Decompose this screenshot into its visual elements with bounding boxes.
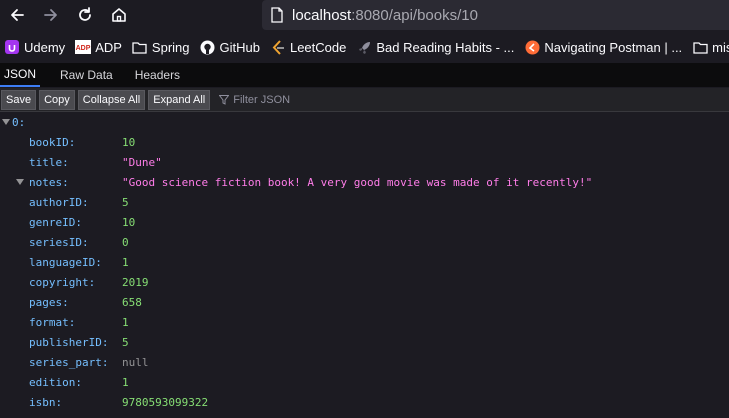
- json-key: publisherID:: [29, 335, 109, 349]
- json-key: notes:: [29, 175, 69, 189]
- json-key: copyright:: [29, 275, 96, 289]
- json-row[interactable]: series_part: null: [0, 352, 729, 372]
- json-value: 5: [122, 335, 129, 349]
- bookmark-label: LeetCode: [289, 39, 347, 55]
- back-button[interactable]: [0, 1, 34, 29]
- back-arrow-icon: [11, 9, 24, 21]
- json-key: 0:: [12, 115, 26, 129]
- home-button[interactable]: [102, 1, 136, 29]
- bookmark-github[interactable]: GitHub: [200, 39, 260, 55]
- json-value: null: [122, 355, 149, 369]
- bookmark-label: Navigating Postman | ...: [544, 39, 683, 55]
- bookmark-udemy[interactable]: Udemy: [4, 39, 65, 55]
- viewer-tabs: JSON Raw Data Headers: [0, 63, 729, 87]
- save-button[interactable]: Save: [1, 89, 37, 110]
- json-row[interactable]: bookID: 10: [0, 132, 729, 152]
- copy-button[interactable]: Copy: [39, 89, 75, 110]
- reload-button[interactable]: [68, 1, 102, 29]
- json-row[interactable]: languageID: 1: [0, 252, 729, 272]
- bookmarks-bar: Udemy ADP ADP Spring GitHub LeetCode Bad…: [0, 33, 729, 61]
- json-root-row[interactable]: 0:: [0, 112, 729, 132]
- address-bar[interactable]: localhost:8080/api/books/10: [262, 0, 729, 30]
- forward-button[interactable]: [34, 1, 68, 29]
- folder-icon: [692, 39, 708, 55]
- bookmark-navigating-postman[interactable]: Navigating Postman | ...: [524, 39, 682, 55]
- json-key: series_part:: [29, 355, 109, 369]
- adp-icon: ADP: [75, 39, 92, 55]
- bookmark-leetcode[interactable]: LeetCode: [270, 39, 346, 55]
- bookmark-label: ADP: [95, 39, 122, 55]
- json-row[interactable]: authorID: 5: [0, 192, 729, 212]
- json-key: format:: [29, 315, 76, 329]
- bookmark-spring[interactable]: Spring: [132, 39, 190, 55]
- json-value: 5: [122, 195, 129, 209]
- tab-raw-data[interactable]: Raw Data: [40, 63, 121, 87]
- json-value: 658: [122, 295, 142, 309]
- bookmark-label: GitHub: [219, 39, 260, 55]
- bookmark-label: Udemy: [24, 39, 66, 55]
- filter-json-input[interactable]: Filter JSON: [219, 94, 290, 106]
- url-text: localhost:8080/api/books/10: [292, 7, 478, 24]
- json-value: 0: [122, 235, 129, 249]
- url-host: localhost: [292, 6, 352, 24]
- json-key: authorID:: [29, 195, 89, 209]
- json-toolbar: Save Copy Collapse All Expand All Filter…: [0, 88, 729, 112]
- json-value: 2019: [122, 275, 149, 289]
- json-key: title:: [29, 155, 69, 169]
- json-key: pages:: [29, 295, 69, 309]
- expand-toggle-icon[interactable]: [1, 112, 11, 132]
- json-value: 1: [122, 255, 129, 269]
- leetcode-icon: [270, 39, 286, 55]
- json-row[interactable]: isbn: 9780593099322: [0, 392, 729, 412]
- github-icon: [200, 39, 216, 55]
- tab-headers[interactable]: Headers: [121, 63, 186, 87]
- url-path: :8080/api/books/10: [351, 6, 478, 24]
- collapse-all-button[interactable]: Collapse All: [77, 89, 146, 110]
- json-value: 1: [122, 315, 129, 329]
- json-key: isbn:: [29, 395, 63, 409]
- udemy-icon: [4, 39, 20, 55]
- reload-icon: [79, 7, 91, 21]
- page-icon: [262, 7, 292, 23]
- bookmark-bad-reading-habits[interactable]: Bad Reading Habits - ...: [356, 39, 514, 55]
- bookmark-adp[interactable]: ADP ADP: [75, 39, 122, 55]
- json-key: edition:: [29, 375, 82, 389]
- json-viewer: 0: bookID: 10 title: "Dune" notes: "Good scie…: [0, 113, 729, 418]
- bookmark-misc[interactable]: misc: [692, 39, 729, 55]
- filter-icon: [219, 94, 230, 105]
- postman-icon: [524, 39, 540, 55]
- rocket-icon: [356, 39, 372, 55]
- json-key: languageID:: [29, 255, 102, 269]
- json-row[interactable]: title: "Dune": [0, 152, 729, 172]
- json-value: 10: [122, 215, 136, 229]
- json-key: bookID:: [29, 135, 76, 149]
- json-row[interactable]: copyright: 2019: [0, 272, 729, 292]
- json-row[interactable]: edition: 1: [0, 372, 729, 392]
- expand-all-button[interactable]: Expand All: [148, 89, 211, 110]
- json-row[interactable]: genreID: 10: [0, 212, 729, 232]
- json-value: 9780593099322: [122, 395, 209, 409]
- json-row[interactable]: publisherID: 5: [0, 332, 729, 352]
- json-row[interactable]: pages: 658: [0, 292, 729, 312]
- filter-placeholder: Filter JSON: [233, 93, 291, 106]
- json-row[interactable]: seriesID: 0: [0, 232, 729, 252]
- folder-icon: [132, 39, 148, 55]
- json-value: "Dune": [122, 155, 162, 169]
- bookmark-label: Spring: [151, 39, 190, 55]
- expand-toggle-icon[interactable]: [15, 172, 25, 192]
- forward-arrow-icon: [44, 9, 57, 21]
- bookmark-label: misc: [712, 39, 729, 55]
- json-row[interactable]: format: 1: [0, 312, 729, 332]
- json-row[interactable]: notes: "Good science fiction book! A very…: [0, 172, 729, 192]
- json-key: seriesID:: [29, 235, 89, 249]
- json-key: genreID:: [29, 215, 82, 229]
- tab-json[interactable]: JSON: [0, 63, 41, 87]
- json-value: "Good science fiction book! A very good …: [122, 175, 593, 189]
- json-value: 1: [122, 375, 129, 389]
- svg-text:ADP: ADP: [76, 45, 91, 52]
- json-value: 10: [122, 135, 136, 149]
- bookmark-label: Bad Reading Habits - ...: [376, 39, 515, 55]
- home-icon: [112, 8, 126, 22]
